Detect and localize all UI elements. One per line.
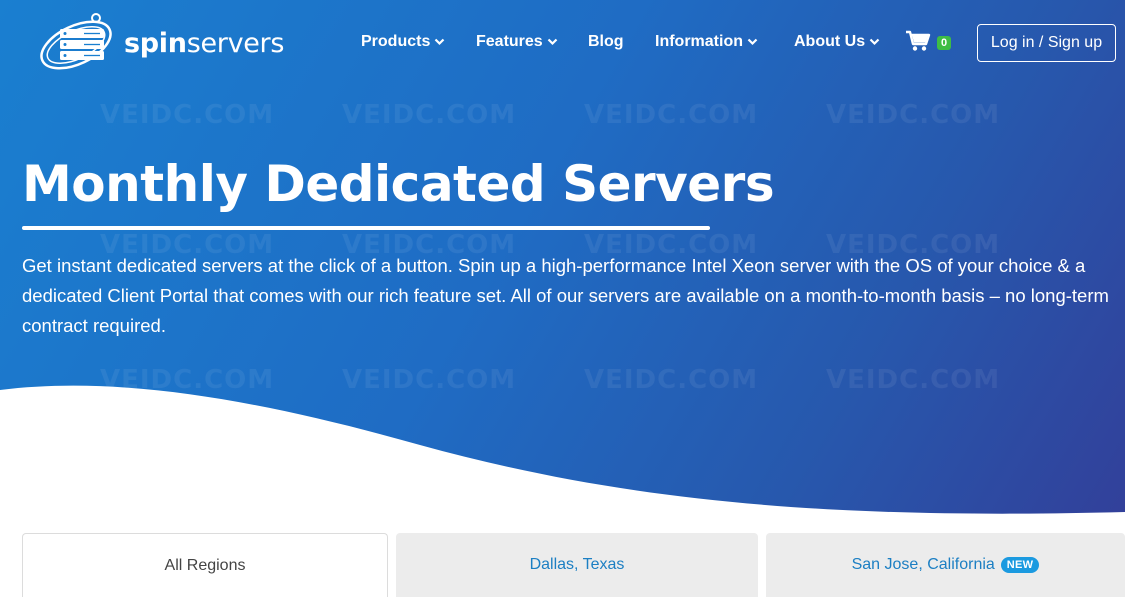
hero-intro-text: Get instant dedicated servers at the cli…: [22, 255, 1109, 336]
nav-features-label: Features: [476, 33, 543, 50]
nav-about-us-label: About Us: [794, 33, 866, 50]
shopping-cart-icon: [906, 30, 931, 51]
brand-name: spinservers: [124, 28, 284, 59]
server-logo-icon: [40, 13, 112, 70]
nav-features[interactable]: Features: [476, 33, 558, 51]
chevron-down-icon: [747, 38, 758, 46]
nav-products[interactable]: Products: [361, 33, 445, 51]
tab-dallas-texas[interactable]: Dallas, Texas: [396, 533, 758, 597]
chevron-down-icon: [435, 38, 445, 46]
chevron-down-icon: [547, 38, 557, 46]
tab-all-regions[interactable]: All Regions: [22, 533, 388, 597]
chevron-down-icon: [869, 38, 880, 46]
nav-information[interactable]: Information: [655, 33, 758, 51]
tab-san-jose-california[interactable]: San Jose, California NEW: [766, 533, 1125, 597]
tab-label: San Jose, California: [851, 556, 995, 573]
title-underline: [22, 226, 710, 230]
nav-information-label: Information: [655, 33, 743, 50]
tab-label: All Regions: [164, 556, 246, 574]
nav-blog-label: Blog: [588, 33, 624, 50]
nav-blog[interactable]: Blog: [588, 33, 624, 51]
login-signup-button[interactable]: Log in / Sign up: [977, 24, 1116, 62]
nav-about-us[interactable]: About Us: [794, 33, 880, 51]
brand-logo[interactable]: spinservers: [36, 12, 296, 74]
tab-label: Dallas, Texas: [529, 556, 625, 573]
new-badge: NEW: [1000, 557, 1040, 573]
top-navbar: spinservers Products Features Blog Infor…: [0, 0, 1125, 88]
brand-name-bold: spin: [124, 27, 187, 59]
nav-products-label: Products: [361, 33, 431, 50]
cart-count-badge: 0: [937, 36, 952, 50]
brand-name-regular: servers: [186, 27, 285, 59]
page-title: Monthly Dedicated Servers: [22, 155, 775, 213]
cart-button[interactable]: 0: [905, 30, 952, 52]
